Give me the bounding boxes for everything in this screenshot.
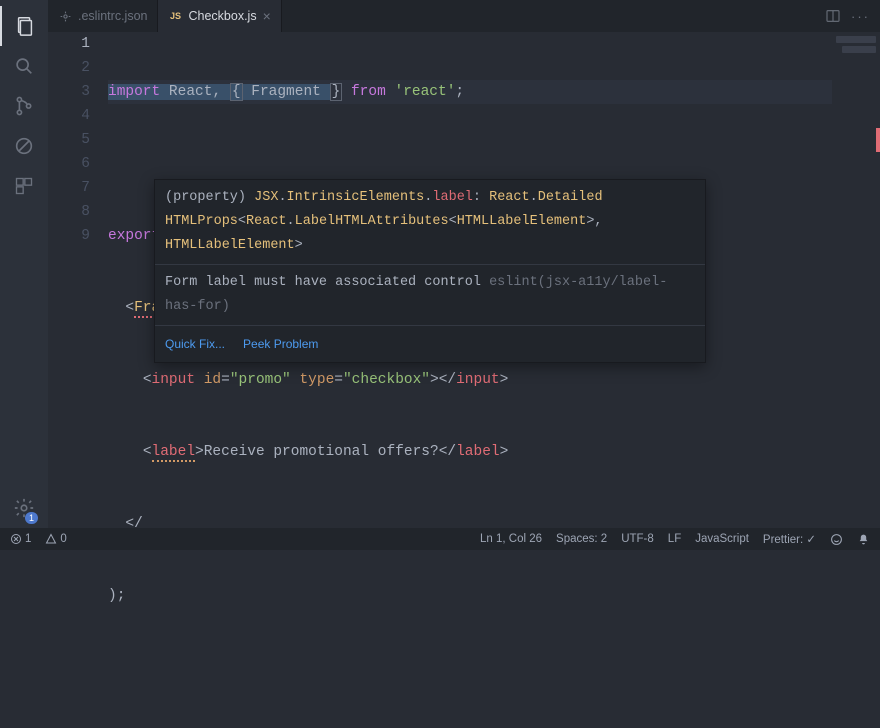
status-indent[interactable]: Spaces: 2 [556, 533, 607, 545]
hover-tooltip: (property) JSX.IntrinsicElements.label: … [154, 179, 706, 363]
activity-bar: 1 [0, 0, 48, 528]
tab-label: Checkbox.js [188, 9, 256, 23]
status-cursor-position[interactable]: Ln 1, Col 26 [480, 533, 542, 545]
tab-checkbox-js[interactable]: JS Checkbox.js × [158, 0, 281, 32]
status-errors[interactable]: 1 [10, 533, 31, 545]
status-eol[interactable]: LF [668, 533, 681, 545]
peek-problem-link[interactable]: Peek Problem [243, 332, 318, 356]
hover-problem-message: Form label must have associated control … [155, 265, 705, 325]
status-language[interactable]: JavaScript [695, 533, 749, 545]
editor-tabs: .eslintrc.json JS Checkbox.js × ··· [48, 0, 880, 32]
split-editor-icon[interactable] [825, 8, 841, 24]
code-line-6[interactable]: <label>Receive promotional offers?</labe… [108, 440, 880, 464]
status-warnings[interactable]: 0 [45, 533, 66, 545]
source-control-icon[interactable] [0, 86, 48, 126]
json-settings-icon [58, 9, 72, 23]
settings-gear-icon[interactable]: 1 [0, 488, 48, 528]
code-line-5[interactable]: <input id="promo" type="checkbox"></inpu… [108, 368, 880, 392]
debug-disabled-icon[interactable] [0, 126, 48, 166]
hover-signature: (property) JSX.IntrinsicElements.label: … [155, 180, 705, 264]
minimap[interactable] [832, 32, 880, 172]
line-gutter: 1 2 3 4 5 6 7 8 9 [48, 32, 108, 528]
tab-eslintrc[interactable]: .eslintrc.json [48, 0, 158, 32]
extensions-icon[interactable] [0, 166, 48, 206]
minimap-error-marker [876, 128, 880, 152]
close-icon[interactable]: × [263, 8, 271, 24]
code-line-8[interactable]: ); [108, 584, 880, 608]
status-prettier[interactable]: Prettier: ✓ [763, 532, 816, 546]
status-bar: 1 0 Ln 1, Col 26 Spaces: 2 UTF-8 LF Java… [0, 528, 880, 550]
quick-fix-link[interactable]: Quick Fix... [165, 332, 225, 356]
tab-label: .eslintrc.json [78, 9, 147, 23]
status-encoding[interactable]: UTF-8 [621, 533, 654, 545]
status-bell-icon[interactable] [857, 533, 870, 546]
more-actions-icon[interactable]: ··· [851, 9, 870, 24]
settings-badge: 1 [25, 512, 38, 524]
explorer-icon[interactable] [0, 6, 48, 46]
search-icon[interactable] [0, 46, 48, 86]
code-line-1[interactable]: import React, { Fragment } from 'react'; [108, 80, 880, 104]
status-feedback-icon[interactable] [830, 533, 843, 546]
js-file-icon: JS [168, 9, 182, 23]
